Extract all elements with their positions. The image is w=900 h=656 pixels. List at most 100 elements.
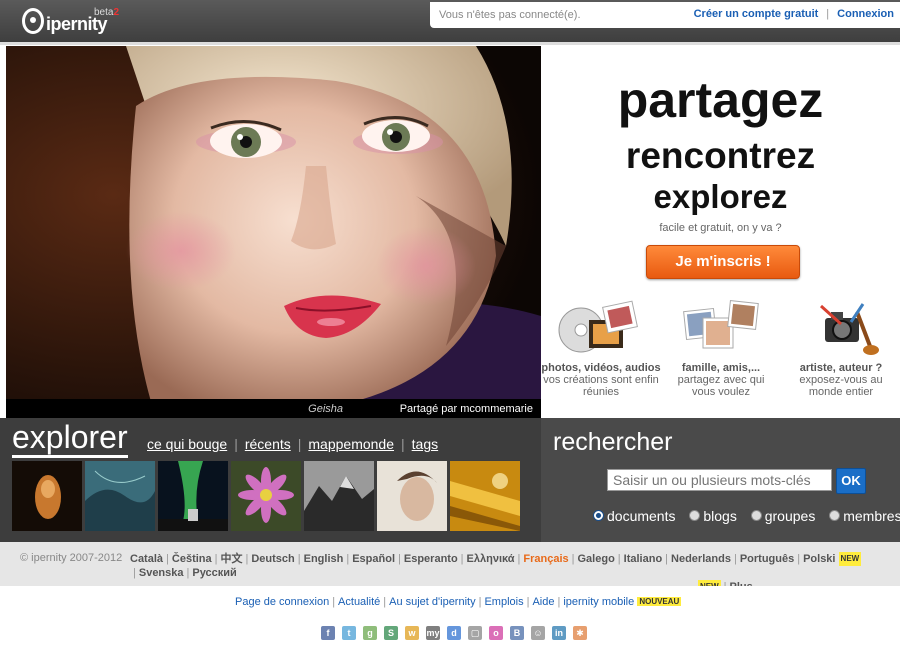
lang-link[interactable]: Ελληνικά bbox=[467, 553, 515, 565]
misc-icon[interactable]: ✱ bbox=[573, 626, 587, 640]
radio-members[interactable]: membres bbox=[829, 508, 900, 524]
lang-link[interactable]: Русский bbox=[192, 567, 236, 579]
signup-button[interactable]: Je m'inscris ! bbox=[646, 245, 800, 279]
headline-meet: rencontrez bbox=[625, 135, 816, 176]
feature-artist: artiste, auteur ? exposez-vous au monde e… bbox=[781, 298, 900, 398]
photo-author[interactable]: Partagé par mcommemarie bbox=[400, 403, 533, 415]
lang-link[interactable]: Español bbox=[352, 553, 395, 565]
explorer-section: explorer ce qui bouge | récents | mappemonde… bbox=[0, 418, 541, 542]
media-icon bbox=[541, 298, 661, 360]
radio-blogs[interactable]: blogs bbox=[689, 508, 737, 524]
ipernity-home: ipernity beta2 Vous n'êtes pas connecté(… bbox=[0, 0, 900, 656]
headline-share: partagez bbox=[617, 72, 824, 128]
thumbnail[interactable] bbox=[450, 461, 520, 531]
feature-family-desc: partagez avec qui vous voulez bbox=[677, 374, 765, 398]
footer-link-help[interactable]: Aide bbox=[532, 596, 554, 608]
feature-media: photos, vidéos, audios vos créations son… bbox=[541, 298, 661, 398]
search-title: rechercher bbox=[553, 428, 673, 456]
search-scope-options: documents blogs groupes membres bbox=[593, 508, 900, 524]
thumbnail[interactable] bbox=[158, 461, 228, 531]
lang-link[interactable]: Čeština bbox=[172, 553, 212, 565]
account-links: Créer un compte gratuit | Connexion bbox=[693, 8, 894, 20]
feature-artist-title: artiste, auteur ? bbox=[799, 362, 883, 374]
ipernity-logo[interactable]: ipernity beta2 bbox=[18, 6, 128, 38]
lang-link[interactable]: English bbox=[304, 553, 344, 565]
feature-media-desc: vos créations sont enfin réunies bbox=[543, 374, 659, 398]
blogger-icon[interactable]: B bbox=[510, 626, 524, 640]
top-bar: ipernity beta2 Vous n'êtes pas connecté(… bbox=[0, 0, 900, 44]
thumbnail[interactable] bbox=[12, 461, 82, 531]
stumbleupon-icon[interactable]: S bbox=[384, 626, 398, 640]
feature-family: famille, amis,... partagez avec qui vous … bbox=[661, 298, 781, 398]
digg-icon[interactable]: ▢ bbox=[468, 626, 482, 640]
logo-ring-icon bbox=[22, 8, 44, 34]
windows-icon[interactable]: w bbox=[405, 626, 419, 640]
delicious-icon[interactable]: d bbox=[447, 626, 461, 640]
footer-link-jobs[interactable]: Emplois bbox=[484, 596, 523, 608]
featured-photo[interactable]: Geisha Partagé par mcommemarie bbox=[6, 46, 541, 418]
lang-link[interactable]: Nederlands bbox=[671, 553, 731, 565]
search-section: rechercher OK documents blogs groupes me… bbox=[541, 418, 900, 542]
linkedin-icon[interactable]: in bbox=[552, 626, 566, 640]
explorer-link-tags[interactable]: tags bbox=[412, 436, 438, 452]
connection-box: Vous n'êtes pas connecté(e). Créer un co… bbox=[430, 2, 900, 28]
explorer-link-trending[interactable]: ce qui bouge bbox=[147, 436, 227, 452]
explorer-title[interactable]: explorer bbox=[12, 420, 128, 458]
footer-link-mobile[interactable]: ipernity mobile bbox=[563, 596, 634, 608]
myspace-icon[interactable]: my bbox=[426, 626, 440, 640]
thumbnail[interactable] bbox=[377, 461, 447, 531]
explorer-link-recent[interactable]: récents bbox=[245, 436, 291, 452]
radio-selected-icon bbox=[593, 510, 604, 521]
language-bar: © ipernity 2007-2012 Català | Čeština | 中文 | D… bbox=[0, 542, 900, 594]
facebook-icon[interactable]: f bbox=[321, 626, 335, 640]
new-badge: NEW bbox=[838, 552, 862, 566]
portrait-image bbox=[6, 46, 541, 418]
thumbnail[interactable] bbox=[231, 461, 301, 531]
family-photos-icon bbox=[661, 298, 781, 360]
lang-link[interactable]: Galego bbox=[578, 553, 615, 565]
radio-icon bbox=[829, 510, 841, 521]
reddit-icon[interactable]: ☺ bbox=[531, 626, 545, 640]
radio-icon bbox=[750, 510, 762, 521]
radio-documents[interactable]: documents bbox=[593, 508, 675, 524]
login-status: Vous n'êtes pas connecté(e). bbox=[439, 9, 581, 21]
create-account-link[interactable]: Créer un compte gratuit bbox=[694, 8, 819, 20]
explorer-nav: ce qui bouge | récents | mappemonde | tags bbox=[147, 436, 439, 452]
lang-link[interactable]: Esperanto bbox=[404, 553, 458, 565]
feature-family-title: famille, amis,... bbox=[681, 362, 761, 374]
twitter-icon[interactable]: t bbox=[342, 626, 356, 640]
tagline: facile et gratuit, on y va ? bbox=[659, 222, 782, 234]
feature-artist-desc: exposez-vous au monde entier bbox=[799, 374, 883, 398]
google-icon[interactable]: g bbox=[363, 626, 377, 640]
photo-caption: Geisha Partagé par mcommemarie bbox=[6, 399, 541, 418]
lang-link[interactable]: Català bbox=[130, 553, 163, 565]
lang-link[interactable]: Svenska bbox=[139, 567, 184, 579]
login-link[interactable]: Connexion bbox=[837, 8, 894, 20]
footer-link-news[interactable]: Actualité bbox=[338, 596, 380, 608]
lang-link[interactable]: Polski bbox=[803, 553, 835, 565]
radio-icon bbox=[689, 510, 701, 521]
footer-link-login-page[interactable]: Page de connexion bbox=[235, 596, 329, 608]
copyright: © ipernity 2007-2012 bbox=[20, 552, 123, 564]
new-badge: NOUVEAU bbox=[637, 597, 682, 606]
explorer-link-worldmap[interactable]: mappemonde bbox=[308, 436, 394, 452]
feature-media-title: photos, vidéos, audios bbox=[541, 362, 661, 374]
radio-groups[interactable]: groupes bbox=[750, 508, 815, 524]
lang-link[interactable]: Deutsch bbox=[251, 553, 294, 565]
thumbnail[interactable] bbox=[85, 461, 155, 531]
headline-explore: explorez bbox=[653, 178, 788, 215]
footer-links: Page de connexion | Actualité | Au sujet d'i… bbox=[235, 596, 682, 608]
artist-tools-icon bbox=[781, 298, 900, 360]
search-input[interactable] bbox=[607, 469, 832, 491]
flickr-icon[interactable]: o bbox=[489, 626, 503, 640]
lang-link[interactable]: 中文 bbox=[221, 553, 243, 565]
promo-panel: partagez rencontrez explorez facile et g… bbox=[541, 46, 900, 418]
footer-link-about[interactable]: Au sujet d'ipernity bbox=[389, 596, 475, 608]
header-divider bbox=[0, 42, 900, 45]
lang-link[interactable]: Italiano bbox=[624, 553, 663, 565]
thumbnail[interactable] bbox=[304, 461, 374, 531]
lang-link[interactable]: Português bbox=[740, 553, 794, 565]
lang-link-active[interactable]: Français bbox=[523, 553, 568, 565]
photo-title[interactable]: Geisha bbox=[308, 403, 343, 415]
search-button[interactable]: OK bbox=[836, 468, 866, 494]
